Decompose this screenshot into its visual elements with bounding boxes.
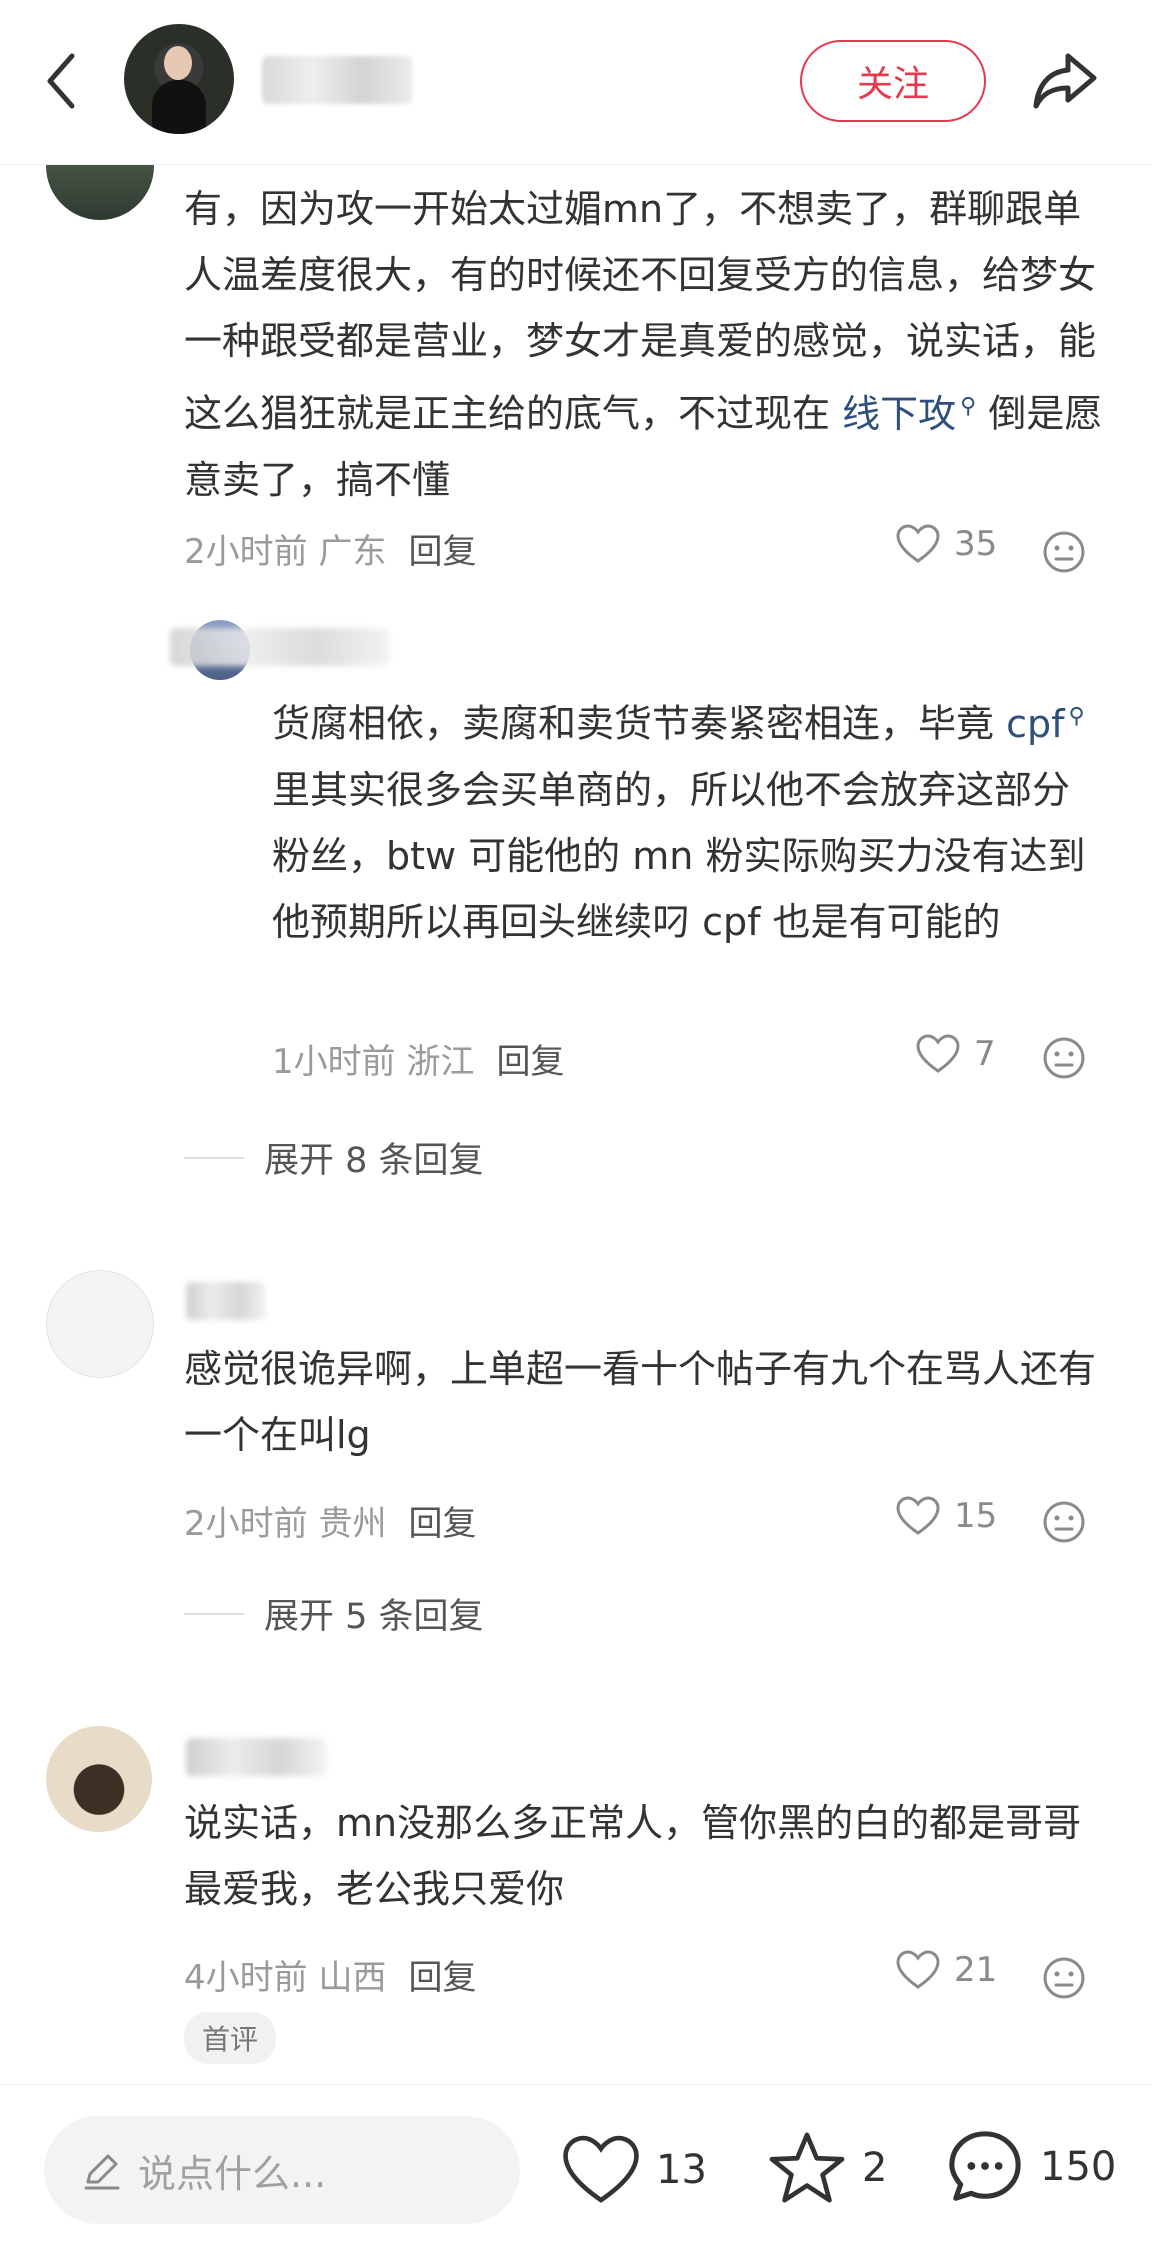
pencil-icon bbox=[84, 2154, 120, 2190]
comment-text: 说实话，mn没那么多正常人，管你黑的白的都是哥哥最爱我，老公我只爱你 bbox=[184, 1801, 1082, 1911]
heart-icon bbox=[896, 1496, 940, 1535]
comment-input-placeholder: 说点什么... bbox=[138, 2151, 327, 2196]
first-comment-badge: 首评 bbox=[184, 2012, 277, 2064]
author-name-blurred[interactable] bbox=[262, 56, 412, 104]
comment-location: 广东 bbox=[318, 532, 387, 572]
heart-icon bbox=[896, 524, 940, 563]
comment-time: 1小时前 bbox=[272, 1042, 396, 1082]
comment-input[interactable]: 说点什么... bbox=[44, 2116, 520, 2224]
comment-text: 感觉很诡异啊，上单超一看十个帖子有九个在骂人还有一个在叫lg bbox=[184, 1347, 1097, 1457]
comment-location: 贵州 bbox=[318, 1504, 387, 1544]
comment-time: 4小时前 bbox=[184, 1958, 308, 1998]
like-count: 21 bbox=[954, 1950, 998, 1990]
like-button[interactable]: 21 bbox=[896, 1950, 997, 1990]
expand-replies-button[interactable]: 展开 5 条回复 bbox=[184, 1588, 484, 1639]
comment-meta: 4小时前 山西 回复 bbox=[184, 1950, 476, 1999]
post-comment-count: 150 bbox=[1040, 2144, 1117, 2190]
comment-meta: 2小时前 广东 回复 bbox=[184, 524, 476, 573]
post-like-button[interactable]: 13 bbox=[562, 2134, 707, 2206]
commenter-avatar[interactable] bbox=[46, 1270, 154, 1378]
like-button[interactable]: 35 bbox=[896, 524, 997, 564]
like-button[interactable]: 15 bbox=[896, 1496, 997, 1536]
emoji-icon[interactable] bbox=[1042, 1956, 1086, 2000]
commenter-avatar[interactable] bbox=[46, 1726, 152, 1832]
comment-bubble-icon bbox=[949, 2131, 1021, 2201]
emoji-icon[interactable] bbox=[1042, 530, 1086, 574]
emoji-icon[interactable] bbox=[1042, 1036, 1086, 1080]
comment-text: 货腐相依，卖腐和卖货节奏紧密相连，毕竟 cpf ⚲ 里其实很多会买单商的，所以他不… bbox=[272, 701, 1086, 944]
reply-button[interactable]: 回复 bbox=[408, 1958, 476, 1998]
comment-text: 有，因为攻一开始太过媚mn了，不想卖了，群聊跟单人温差度很大，有的时候还不回复受… bbox=[184, 187, 1103, 502]
comment-time: 2小时前 bbox=[184, 1504, 308, 1544]
comment-meta: 1小时前 浙江 回复 bbox=[272, 1034, 564, 1083]
comment-location: 山西 bbox=[318, 1958, 387, 1998]
reply-button[interactable]: 回复 bbox=[408, 532, 476, 572]
topic-link[interactable]: 线下攻 ⚲ bbox=[842, 392, 976, 436]
post-like-count: 13 bbox=[656, 2147, 707, 2193]
follow-button[interactable]: 关注 bbox=[800, 40, 986, 122]
commenter-name-blurred[interactable] bbox=[170, 628, 390, 666]
author-avatar[interactable] bbox=[124, 24, 234, 134]
like-count: 35 bbox=[954, 524, 998, 564]
heart-icon bbox=[563, 2135, 639, 2203]
like-count: 15 bbox=[954, 1496, 998, 1536]
heart-icon bbox=[916, 1034, 960, 1073]
comment-time: 2小时前 bbox=[184, 532, 308, 572]
commenter-name-blurred[interactable] bbox=[186, 1282, 266, 1320]
emoji-icon[interactable] bbox=[1042, 1500, 1086, 1544]
post-comment-button[interactable]: 150 bbox=[946, 2128, 1116, 2206]
reply-button[interactable]: 回复 bbox=[496, 1042, 564, 1082]
commenter-name-blurred[interactable] bbox=[186, 1738, 326, 1776]
post-star-count: 2 bbox=[862, 2145, 888, 2191]
comment-meta: 2小时前 贵州 回复 bbox=[184, 1496, 476, 1545]
share-icon[interactable] bbox=[1028, 42, 1104, 118]
post-star-button[interactable]: 2 bbox=[768, 2130, 887, 2206]
like-count: 7 bbox=[974, 1034, 996, 1074]
expand-replies-button[interactable]: 展开 8 条回复 bbox=[184, 1132, 484, 1183]
comment-location: 浙江 bbox=[406, 1042, 475, 1082]
like-button[interactable]: 7 bbox=[916, 1034, 996, 1074]
back-arrow-icon[interactable] bbox=[40, 50, 84, 112]
reply-button[interactable]: 回复 bbox=[408, 1504, 476, 1544]
search-mag-icon: ⚲ bbox=[1068, 704, 1085, 729]
search-mag-icon: ⚲ bbox=[960, 394, 977, 419]
heart-icon bbox=[896, 1950, 940, 1989]
star-icon bbox=[769, 2132, 845, 2203]
topic-link[interactable]: cpf ⚲ bbox=[1006, 702, 1085, 746]
